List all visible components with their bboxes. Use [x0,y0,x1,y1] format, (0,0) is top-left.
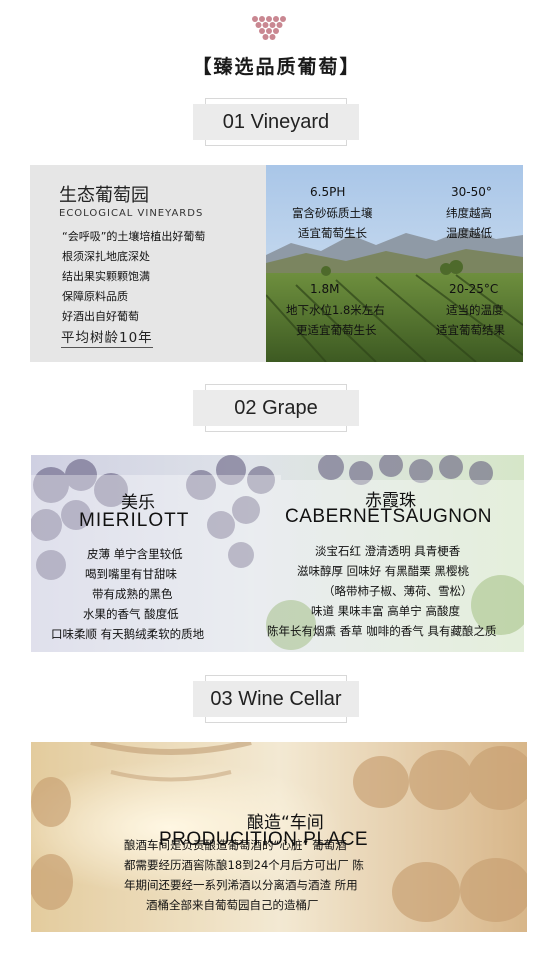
stat-temperature-line2: 适宜葡萄结果 [436,323,505,337]
merlot-name-en: MIERILOTT [79,510,190,531]
wine-cellar-panel: 酿造“车间 PRODUCITION PLACE 酿酒车间是负责酿造葡萄酒的“心脏… [31,742,527,932]
cabernet-name-en: CABERNETSAUGNON [285,506,493,527]
vineyard-info-panel: 生态葡萄园 ECOLOGICAL VINEYARDS “会呼吸”的土壤培植出好葡… [30,165,266,362]
stat-latitude-value: 30-50° [451,185,492,199]
section-label-text: 03 Wine Cellar [193,681,359,717]
merlot-line: 口味柔顺 有天鹅绒柔软的质地 [51,627,205,641]
stat-latitude-line2: 温度越低 [446,226,492,240]
cabernet-line: 淡宝石红 澄清透明 具青梗香 [315,544,461,558]
cellar-line: 都需要经历酒窖陈酿18到24个月后方可出厂 陈 [124,858,364,872]
page-title: 【臻选品质葡萄】 [192,56,361,78]
stat-latitude-line1: 纬度越高 [446,206,492,220]
grape-varieties-panel: 美乐 MIERILOTT 皮薄 单宁含里较低 喝到嘴里有甘甜味 带有成熟的黑色 … [31,455,524,652]
stat-water-value: 1.8M [310,282,340,296]
vineyard-line: 结出果实颗颗饱满 [62,270,150,283]
vineyard-line: “会呼吸”的土壤培植出好葡萄 [62,230,206,243]
merlot-line: 皮薄 单宁含里较低 [87,547,183,561]
vineyard-line: 根须深扎地底深处 [62,250,150,263]
grape-cluster-icon [252,16,286,40]
stat-water-line1: 地下水位1.8米左右 [286,303,385,317]
section-label-vineyard: 01 Vineyard [193,98,359,146]
stat-ph-value: 6.5PH [310,185,346,199]
cellar-line: 酒桶全部来自葡萄园自己的造桶厂 [146,898,319,912]
vineyard-subtitle: ECOLOGICAL VINEYARDS [59,208,204,219]
section-label-grape: 02 Grape [193,384,359,432]
cellar-line: 年期间还要经一系列浠酒以分离酒与酒渣 所用 [124,878,358,892]
merlot-line: 喝到嘴里有甘甜味 [85,567,177,581]
stat-ph-line1: 富含砂砾质土壤 [292,206,373,220]
cabernet-line: 味道 果味丰富 高单宁 高酸度 [311,604,460,618]
vineyard-title: 生态葡萄园 [59,185,149,206]
average-tree-age: 平均树龄10年 [61,326,153,348]
merlot-line: 水果的香气 酸度低 [83,607,179,621]
stat-temperature-line1: 适当的温度 [446,303,504,317]
stat-temperature-value: 20-25°C [449,282,499,296]
section-label-text: 01 Vineyard [193,104,359,140]
stat-water-line2: 更适宜葡萄生长 [296,323,377,337]
cabernet-line: 滋味醇厚 回味好 有黑醋栗 黑樱桃 [297,564,469,578]
cabernet-line: 陈年长有烟熏 香草 咖啡的香气 具有藏酿之质 [267,624,497,638]
section-label-cellar: 03 Wine Cellar [193,675,359,723]
vineyard-photo-panel: 6.5PH 富含砂砾质土壤 适宜葡萄生长 30-50° 纬度越高 温度越低 1.… [266,165,523,362]
merlot-line: 带有成熟的黑色 [92,587,173,601]
vineyard-line: 保障原料品质 [62,290,128,303]
vineyard-line: 好酒出自好葡萄 [62,310,139,323]
section-label-text: 02 Grape [193,390,359,426]
stat-ph-line2: 适宜葡萄生长 [298,226,367,240]
cabernet-line: （略带柿子椒、薄荷、雪松） [323,584,473,598]
cellar-line: 酿酒车间是负责酿造葡萄酒的“心脏” 葡萄酒 [124,838,347,852]
